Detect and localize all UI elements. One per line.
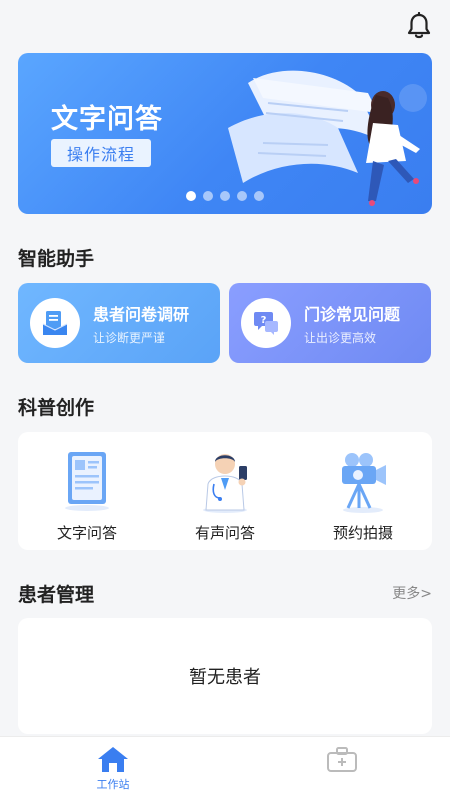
banner-pagination: [186, 191, 264, 201]
pagination-dot[interactable]: [254, 191, 264, 201]
clinic-faq-card[interactable]: ? 门诊常见问题 让出诊更高效: [229, 283, 431, 363]
empty-patients-text: 暂无患者: [189, 667, 261, 688]
audio-qa-item[interactable]: 有声问答: [156, 432, 294, 550]
paper-woman-illustration: [228, 70, 427, 206]
notification-bell-icon[interactable]: [406, 12, 432, 40]
create-item-label: 预约拍摄: [332, 524, 393, 542]
medical-bag-icon[interactable]: [322, 745, 362, 773]
assist-card-title: 患者问卷调研: [93, 304, 190, 324]
document-icon: [65, 452, 109, 511]
patients-section-title: 患者管理: [18, 584, 95, 606]
questionnaire-icon: [30, 298, 80, 348]
assistant-section-title: 智能助手: [18, 248, 95, 270]
tab-workstation[interactable]: 工作站: [82, 745, 144, 792]
faq-chat-icon: ?: [241, 298, 291, 348]
operation-flow-button[interactable]: 操作流程: [51, 139, 151, 167]
creation-panel: 文字问答 有声问答 预约拍摄: [18, 432, 432, 550]
home-icon: [98, 747, 128, 772]
assist-card-title: 门诊常见问题: [304, 304, 401, 324]
assist-card-subtitle: 让诊断更严谨: [93, 330, 166, 345]
banner-title: 文字问答: [51, 104, 163, 135]
book-filming-item[interactable]: 预约拍摄: [294, 432, 432, 550]
creation-section-title: 科普创作: [18, 397, 95, 419]
tab-label: 工作站: [96, 778, 130, 791]
more-patients-link[interactable]: 更多>: [392, 583, 432, 603]
pagination-dot[interactable]: [203, 191, 213, 201]
create-item-label: 有声问答: [194, 524, 255, 542]
patient-list-panel: 暂无患者: [18, 618, 432, 734]
text-qa-item[interactable]: 文字问答: [18, 432, 156, 550]
pagination-dot[interactable]: [186, 191, 196, 201]
doctor-phone-icon: [203, 454, 247, 513]
patient-questionnaire-card[interactable]: 患者问卷调研 让诊断更严谨: [18, 283, 220, 363]
create-item-label: 文字问答: [56, 524, 117, 542]
pagination-dot[interactable]: [237, 191, 247, 201]
video-camera-icon: [342, 453, 386, 513]
top-bar: [0, 0, 450, 48]
promo-banner[interactable]: 文字问答 操作流程: [18, 53, 432, 214]
pagination-dot[interactable]: [220, 191, 230, 201]
bottom-tab-bar: 工作站: [0, 736, 450, 800]
assist-card-subtitle: 让出诊更高效: [304, 330, 377, 345]
